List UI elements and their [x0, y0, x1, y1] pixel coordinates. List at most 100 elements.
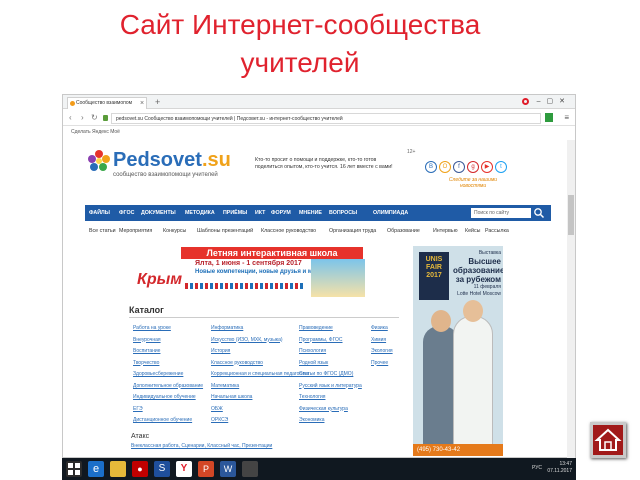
nav-item-ict[interactable]: ИКТ: [255, 205, 265, 221]
reload-icon[interactable]: ↻: [91, 112, 98, 124]
app-icon[interactable]: ●: [132, 461, 148, 477]
catalog-link[interactable]: Программы, ФГОС: [299, 335, 362, 347]
catalog-link[interactable]: Внеурочная: [133, 335, 203, 347]
app-icon[interactable]: [242, 461, 258, 477]
subnav-all-articles[interactable]: Все статьи: [89, 225, 116, 237]
nav-item-questions[interactable]: ВОПРОСЫ: [329, 205, 357, 221]
catalog-link[interactable]: ОБЖ: [211, 404, 309, 416]
opera-logo-icon[interactable]: [522, 98, 529, 105]
catalog-link[interactable]: Правоведение: [299, 323, 362, 335]
home-button[interactable]: [590, 422, 626, 458]
catalog-divider: [129, 317, 399, 318]
scroll-thumb[interactable]: [568, 195, 574, 235]
start-button-icon[interactable]: [66, 461, 82, 477]
search-icon[interactable]: [533, 207, 545, 219]
subnav-templates[interactable]: Шаблоны презентаций: [197, 225, 253, 237]
back-arrow-icon[interactable]: ‹: [69, 112, 72, 124]
pedsovet-flower-logo-icon: [88, 150, 110, 171]
catalog-link[interactable]: Работа на уроке: [133, 323, 203, 335]
catalog-link[interactable]: Технология: [299, 392, 362, 404]
catalog-link[interactable]: ОРКСЭ: [211, 415, 309, 427]
taskbar-clock[interactable]: 13:47 07.11.2017: [547, 461, 572, 475]
unis-fair-advertisement[interactable]: UNIS FAIR 2017 Выставка Высшее образован…: [413, 246, 503, 456]
presentation-slide: Сайт Интернет-сообщества учителей Сообще…: [0, 0, 640, 480]
catalog-link[interactable]: Начальная школа: [211, 392, 309, 404]
browser-menu-icon[interactable]: ≡: [564, 112, 569, 124]
url-field[interactable]: pedsovet.su Сообщество взаимопомощи учит…: [111, 113, 541, 124]
tags-links[interactable]: Внеклассная работа, Сценарии, Классный ч…: [131, 443, 272, 449]
ad-text-block: Выставка Высшее образование за рубежом 1…: [453, 250, 503, 298]
google-plus-icon[interactable]: g: [467, 161, 479, 173]
bookmarks-bar[interactable]: Сделать Яндекс Moё: [63, 127, 575, 137]
file-explorer-icon[interactable]: [110, 461, 126, 477]
catalog-link[interactable]: История: [211, 346, 309, 358]
catalog-link[interactable]: Дистанционное обучение: [133, 415, 203, 427]
subnav-contests[interactable]: Конкурсы: [163, 225, 186, 237]
catalog-link[interactable]: Искусство (ИЗО, МХК, музыка): [211, 335, 309, 347]
page-scrollbar[interactable]: [567, 140, 575, 459]
catalog-link[interactable]: Русский язык и литература: [299, 381, 362, 393]
slide-title-line2: учителей: [240, 47, 360, 78]
youtube-icon[interactable]: ▶: [481, 161, 493, 173]
nav-item-olympiad[interactable]: ОЛИМПИАДА: [373, 205, 408, 221]
forward-arrow-icon[interactable]: ›: [81, 112, 84, 124]
catalog-link[interactable]: Экономика: [299, 415, 362, 427]
odnoklassniki-icon[interactable]: О: [439, 161, 451, 173]
yandex-browser-icon[interactable]: Y: [176, 461, 192, 477]
catalog-link[interactable]: Индивидуальное обучение: [133, 392, 203, 404]
ad-student-photo-2: [453, 316, 493, 456]
site-search-input[interactable]: Поиск по сайту: [471, 208, 531, 218]
skype-icon[interactable]: S: [154, 461, 170, 477]
ad-brand-logo: UNIS FAIR 2017: [419, 252, 449, 300]
nav-item-fgos[interactable]: ФГОС: [119, 205, 134, 221]
extension-icon[interactable]: [545, 113, 553, 122]
twitter-icon[interactable]: t: [495, 161, 507, 173]
subnav-class-management[interactable]: Классное руководство: [261, 225, 316, 237]
subnav-education[interactable]: Образование: [387, 225, 420, 237]
catalog-link[interactable]: Дополнительное образование: [133, 381, 203, 393]
nav-item-documents[interactable]: ДОКУМЕНТЫ: [141, 205, 176, 221]
word-icon[interactable]: W: [220, 461, 236, 477]
facebook-icon[interactable]: f: [453, 161, 465, 173]
catalog-link[interactable]: Информатика: [211, 323, 309, 335]
nav-item-methods[interactable]: МЕТОДИКА: [185, 205, 215, 221]
catalog-link[interactable]: Прочее: [371, 358, 393, 370]
catalog-link[interactable]: Классное руководство: [211, 358, 309, 370]
catalog-link[interactable]: Статьи по ФГОС (ДМО): [299, 369, 362, 381]
catalog-link[interactable]: Творчество: [133, 358, 203, 370]
powerpoint-icon[interactable]: P: [198, 461, 214, 477]
subnav-interview[interactable]: Интервью: [433, 225, 458, 237]
catalog-link[interactable]: Коррекционная и специальная педагогика: [211, 369, 309, 381]
site-logo[interactable]: Pedsovet.su: [113, 149, 231, 171]
subnav-events[interactable]: Мероприятия: [119, 225, 152, 237]
catalog-link[interactable]: Экология: [371, 346, 393, 358]
nav-item-forum[interactable]: ФОРУМ: [271, 205, 291, 221]
window-controls[interactable]: –▢✕: [537, 96, 571, 108]
catalog-link[interactable]: Физика: [371, 323, 393, 335]
subnav-newsletter[interactable]: Рассылка: [485, 225, 509, 237]
vk-icon[interactable]: В: [425, 161, 437, 173]
new-tab-icon[interactable]: +: [155, 97, 160, 107]
summer-school-banner[interactable]: Летняя интерактивная школа Ялта, 1 июня …: [135, 247, 365, 297]
catalog-link[interactable]: Математика: [211, 381, 309, 393]
internet-explorer-icon[interactable]: e: [88, 461, 104, 477]
windows-taskbar: e ● S Y P W РУС 13:47 07.11.2017: [62, 458, 576, 480]
catalog-link[interactable]: Родной язык: [299, 358, 362, 370]
catalog-link[interactable]: Здоровьесбережение: [133, 369, 203, 381]
nav-item-techniques[interactable]: ПРИЁМЫ: [223, 205, 247, 221]
banner-region: Крым: [137, 271, 183, 288]
catalog-link[interactable]: Физическая культура: [299, 404, 362, 416]
browser-tab[interactable]: Сообщество взаимопом ×: [67, 97, 147, 109]
age-rating: 12+: [407, 149, 416, 155]
language-indicator[interactable]: РУС: [532, 465, 542, 471]
subnav-work-organization[interactable]: Организация труда: [329, 225, 376, 237]
nav-item-opinion[interactable]: МНЕНИЕ: [299, 205, 322, 221]
catalog-link[interactable]: Химия: [371, 335, 393, 347]
catalog-column-1: Работа на уроке Внеурочная Воспитание Тв…: [133, 323, 203, 427]
catalog-link[interactable]: ЕГЭ: [133, 404, 203, 416]
catalog-link[interactable]: Воспитание: [133, 346, 203, 358]
tab-close-icon[interactable]: ×: [140, 100, 144, 108]
nav-item-files[interactable]: ФАЙЛЫ: [89, 205, 110, 221]
subnav-cases[interactable]: Кейсы: [465, 225, 480, 237]
catalog-link[interactable]: Психология: [299, 346, 362, 358]
